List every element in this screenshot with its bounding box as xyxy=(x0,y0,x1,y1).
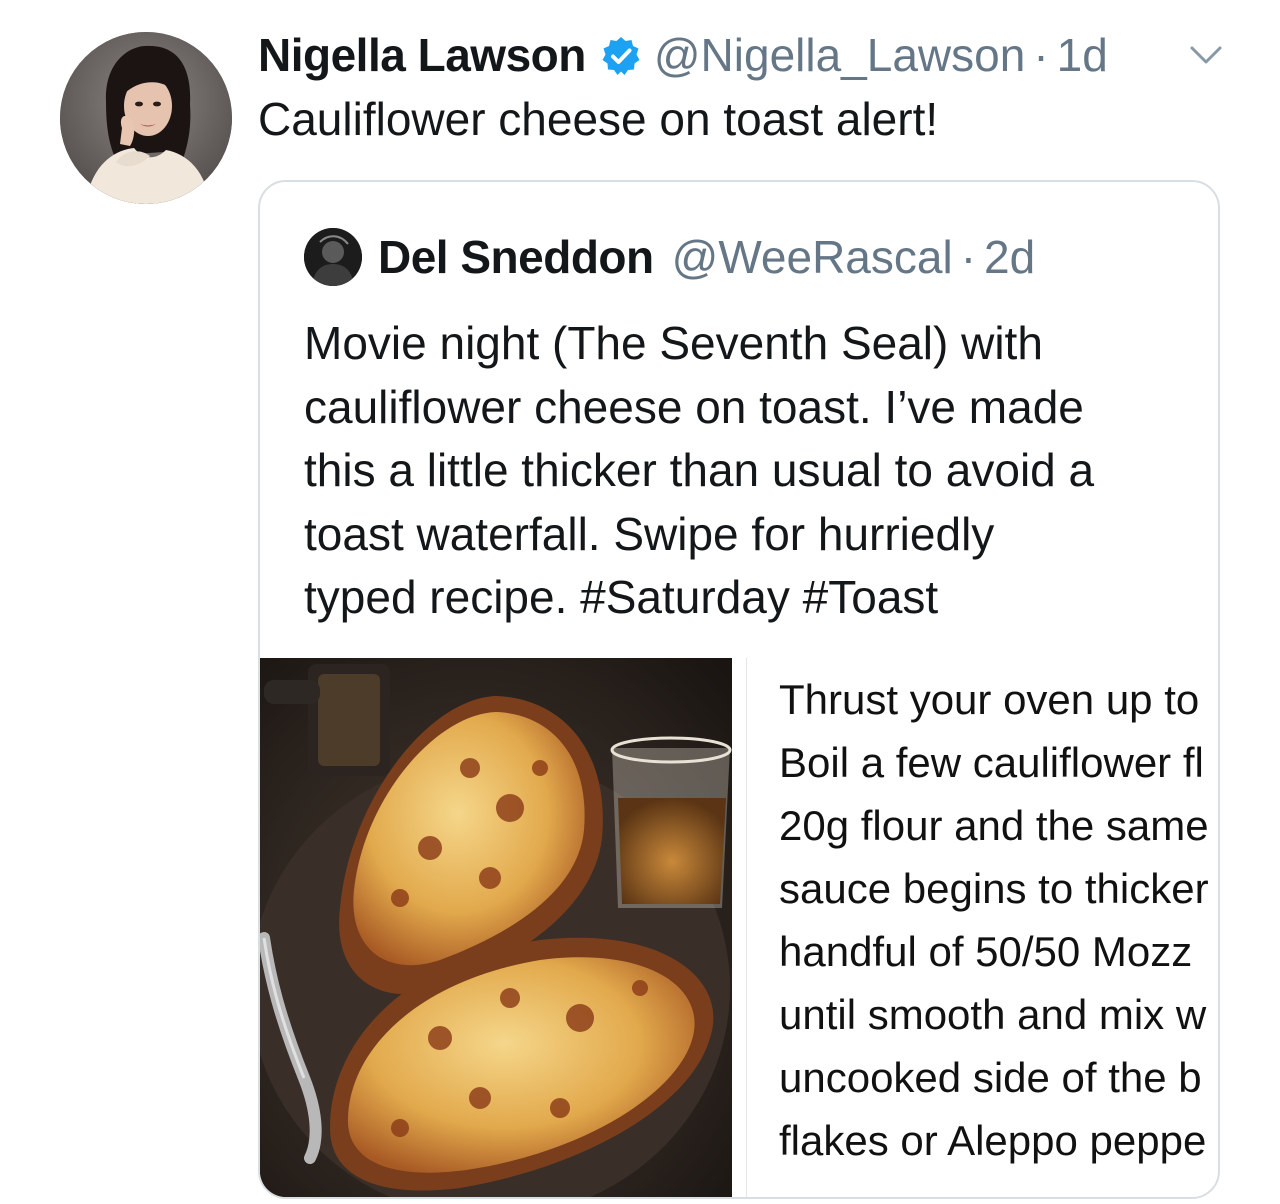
verified-badge-icon xyxy=(600,34,642,76)
recipe-line: handful of 50/50 Mozz xyxy=(779,928,1193,975)
hashtag-link[interactable]: #Saturday xyxy=(580,571,790,623)
recipe-line: 20g flour and the same xyxy=(779,802,1209,849)
recipe-text-image[interactable]: Thrust your oven up to Boil a few caulif… xyxy=(746,658,1218,1197)
tweet-menu-chevron-down-icon[interactable] xyxy=(1186,42,1226,70)
quoted-tweet-card[interactable]: Del Sneddon @WeeRascal · 2d Movie night … xyxy=(258,180,1220,1199)
hashtag-link[interactable]: #Toast xyxy=(803,571,939,623)
tweet[interactable]: Nigella Lawson @Nigella_Lawson · 1d Caul… xyxy=(0,0,1280,1204)
quoted-text-line: typed recipe. xyxy=(304,571,581,623)
tweet-header: Nigella Lawson @Nigella_Lawson · 1d xyxy=(258,24,1108,86)
author-avatar[interactable] xyxy=(60,32,232,204)
quoted-author-handle[interactable]: @WeeRascal xyxy=(672,230,953,284)
quoted-tweet-text: Movie night (The Seventh Seal) with caul… xyxy=(304,312,1184,630)
quoted-tweet-media-carousel[interactable]: Thrust your oven up to Boil a few caulif… xyxy=(260,658,1218,1197)
quoted-text-line-last: typed recipe. #Saturday #Toast xyxy=(304,566,1184,630)
quoted-text-line: Movie night (The Seventh Seal) with xyxy=(304,317,1043,369)
recipe-line: Boil a few cauliflower fl xyxy=(779,739,1204,786)
recipe-line: flakes or Aleppo peppe xyxy=(779,1117,1207,1164)
quoted-text-line: toast waterfall. Swipe for hurriedly xyxy=(304,507,995,560)
recipe-line: uncooked side of the b xyxy=(779,1054,1202,1101)
quoted-author-display-name[interactable]: Del Sneddon xyxy=(378,230,654,284)
separator-dot: · xyxy=(1033,29,1049,81)
recipe-line: Thrust your oven up to xyxy=(779,676,1200,723)
recipe-line: until smooth and mix w xyxy=(779,991,1207,1038)
author-handle[interactable]: @Nigella_Lawson xyxy=(654,28,1025,82)
author-display-name[interactable]: Nigella Lawson xyxy=(258,28,586,82)
carousel-gap xyxy=(732,658,746,1197)
avatar-photo xyxy=(60,32,232,204)
food-photo[interactable] xyxy=(260,658,732,1197)
quoted-text-line: this a little thicker than usual to avoi… xyxy=(304,444,1095,496)
tweet-text: Cauliflower cheese on toast alert! xyxy=(258,93,939,145)
quoted-tweet-header: Del Sneddon @WeeRascal · 2d xyxy=(304,227,1035,287)
quoted-author-avatar[interactable] xyxy=(304,228,362,286)
quoted-text-line: cauliflower cheese on toast. I’ve made xyxy=(304,380,1084,433)
recipe-line: sauce begins to thicker xyxy=(779,865,1209,912)
tweet-timestamp[interactable]: 1d xyxy=(1057,28,1108,82)
separator-dot: · xyxy=(960,231,977,283)
quoted-tweet-timestamp[interactable]: 2d xyxy=(984,230,1035,284)
